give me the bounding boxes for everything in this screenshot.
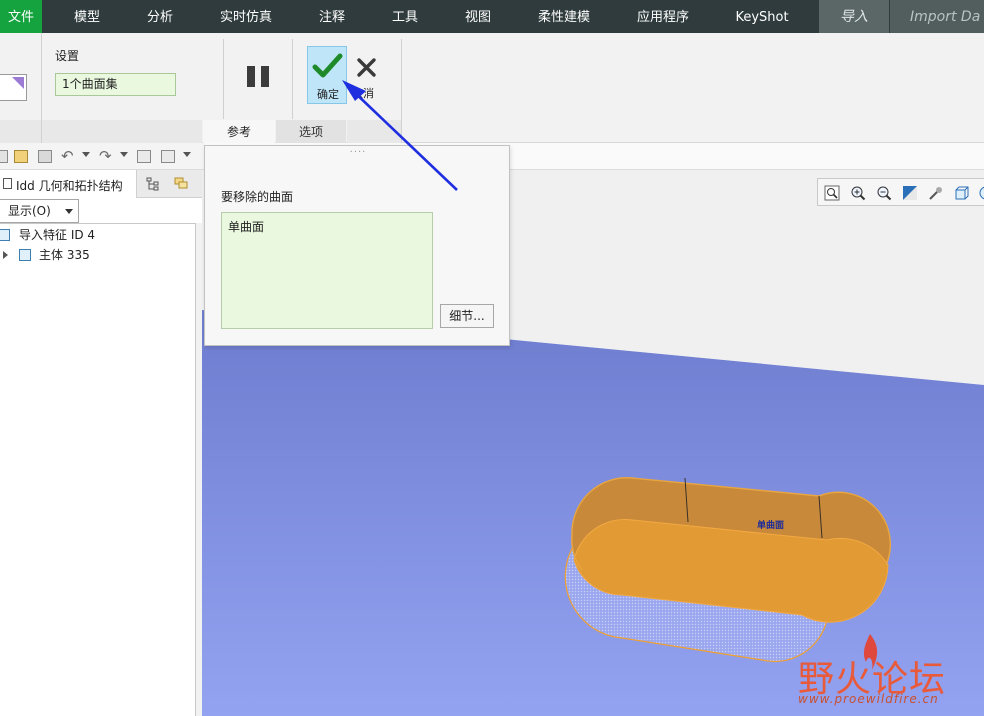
menu-model[interactable]: 模型 [58,0,116,33]
panel-grip[interactable]: ···· [205,147,511,158]
surfaces-to-remove-label: 要移除的曲面 [221,190,294,204]
menu-import-data[interactable]: Import Da [890,0,984,33]
display-dropdown[interactable]: 显示(O) [0,199,79,223]
ribbon: 设置 1个曲面集 确定 取消 参考 选项 [0,33,984,143]
cube-view-icon[interactable] [954,185,970,201]
list-item[interactable]: 单曲面 [228,218,264,235]
open-file-icon[interactable] [14,150,28,163]
menu-keyshot[interactable]: KeyShot [720,0,804,33]
ok-button[interactable]: 确定 [307,46,347,104]
regenerate-icon[interactable] [137,150,151,163]
pause-button[interactable] [240,59,276,95]
tree-structure-icon[interactable] [146,177,160,191]
tree-item-label: 主体 335 [39,248,90,262]
import-feature-icon [0,229,10,241]
ribbon-divider [401,39,402,143]
save-icon[interactable] [38,150,52,163]
settings-label: 设置 [55,49,80,63]
ok-label: 确定 [317,88,339,101]
surface-select-icon[interactable] [0,74,27,101]
watermark-url: www.proewildfire.cn [798,692,939,706]
menu-view[interactable]: 视图 [449,0,507,33]
model-tree-panel: 导入特征 ID 4 主体 335 [0,223,196,716]
menu-import[interactable]: 导入 [819,0,889,33]
menu-bar: 文件 模型 分析 实时仿真 注释 工具 视图 柔性建模 应用程序 KeyShot… [0,0,984,33]
menu-applications[interactable]: 应用程序 [622,0,704,33]
check-icon [312,53,343,78]
cancel-button[interactable]: 取消 [349,46,385,104]
tree-icon [3,178,12,189]
pause-icon [261,66,269,87]
zoom-out-icon[interactable] [876,185,892,201]
saved-views-icon[interactable] [978,185,984,201]
tab-model-tree[interactable]: Idd 几何和拓扑结构 [0,170,137,198]
ribbon-divider [223,39,224,119]
references-panel: ···· 要移除的曲面 单曲面 细节... [204,145,510,346]
pause-icon [247,66,255,87]
chevron-down-icon [65,209,73,214]
ribbon-divider [292,39,293,119]
menu-annotate[interactable]: 注释 [302,0,362,33]
ribbon-divider [41,33,42,143]
menu-file[interactable]: 文件 [0,0,42,33]
quick-access-toolbar: ↶ ↷ [0,143,205,170]
repaint-icon[interactable] [902,185,918,201]
model-tree-tabs: Idd 几何和拓扑结构 [0,170,202,198]
undo-icon[interactable]: ↶ [61,147,74,165]
view-orient-icon[interactable] [928,185,944,201]
expand-arrow-icon[interactable] [3,251,8,259]
zoom-fit-icon[interactable] [824,185,840,201]
view-toolbar [817,178,984,206]
cancel-label: 取消 [352,87,374,100]
body-icon [19,249,31,261]
surface-collector-field[interactable]: 1个曲面集 [55,73,176,96]
menu-live-simulation[interactable]: 实时仿真 [206,0,286,33]
tab-options[interactable]: 选项 [276,120,346,143]
zoom-in-icon[interactable] [850,185,866,201]
layers-icon[interactable] [173,176,191,192]
ribbon-lower-strip [0,120,202,143]
surface-annotation: 单曲面 [757,519,784,531]
surfaces-collector-list[interactable]: 单曲面 [221,212,433,329]
menu-analysis[interactable]: 分析 [131,0,189,33]
windows-dropdown-icon[interactable] [183,152,191,157]
redo-icon[interactable]: ↷ [99,147,112,165]
tab-references[interactable]: 参考 [203,120,275,143]
details-button[interactable]: 细节... [440,304,494,328]
display-dropdown-label: 显示(O) [8,204,51,218]
tab-spacer [347,120,401,143]
app-window: 文件 模型 分析 实时仿真 注释 工具 视图 柔性建模 应用程序 KeyShot… [0,0,984,716]
tree-item-label: 导入特征 ID 4 [19,228,96,242]
redo-dropdown-icon[interactable] [120,152,128,157]
menu-tools[interactable]: 工具 [376,0,434,33]
new-file-icon[interactable] [0,150,8,163]
close-icon [357,58,376,77]
windows-icon[interactable] [161,150,175,163]
undo-dropdown-icon[interactable] [82,152,90,157]
menu-flexible-modeling[interactable]: 柔性建模 [524,0,604,33]
model-tree-tab-label: Idd 几何和拓扑结构 [16,179,123,193]
